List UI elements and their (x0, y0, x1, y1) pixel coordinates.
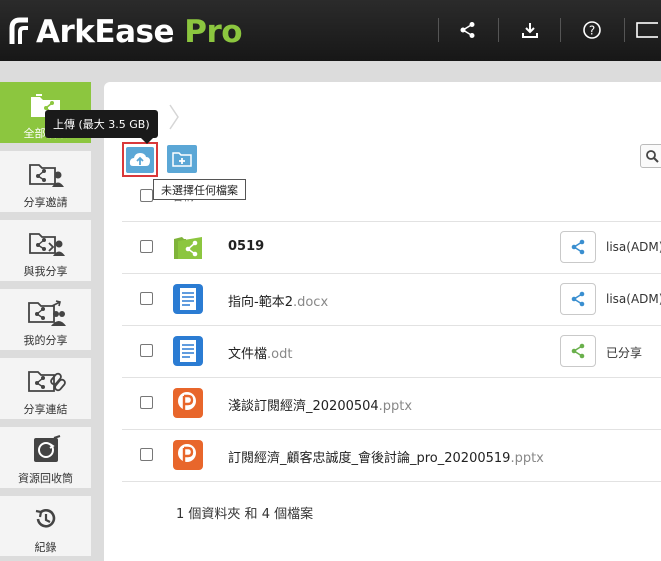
search-button[interactable] (640, 144, 661, 168)
top-bar: ArkEase Pro ? (0, 0, 661, 61)
row-share-button[interactable] (560, 335, 596, 367)
row-checkbox[interactable] (140, 292, 153, 305)
sidebar-item-label: 與我分享 (23, 265, 68, 278)
sidebar-item-history[interactable]: 紀錄 (0, 496, 91, 556)
row-share-button[interactable] (560, 283, 596, 315)
table-row[interactable]: 指向-範本2.docx lisa(ADM) (122, 274, 661, 326)
sidebar-item-share-link[interactable]: 分享連結 (0, 358, 91, 419)
share-owner: lisa(ADM) (606, 240, 661, 254)
row-share-button[interactable] (560, 231, 596, 263)
sidebar-item-label: 資源回收筒 (18, 472, 73, 485)
sidebar-item-label: 分享邀請 (23, 196, 68, 209)
logo-pro-text: Pro (184, 14, 243, 50)
new-folder-icon (172, 152, 192, 167)
pptx-file-icon (173, 440, 203, 470)
search-icon (646, 150, 659, 163)
recycle-bin-icon (30, 435, 62, 464)
share-link-icon (26, 367, 66, 395)
sidebar-item-label: 分享連結 (23, 403, 68, 416)
history-icon (33, 505, 59, 533)
help-icon[interactable]: ? (574, 12, 610, 48)
file-extension: .docx (292, 295, 329, 310)
upload-button[interactable] (122, 142, 158, 177)
table-row[interactable]: 0519 lisa(ADM) (122, 222, 661, 274)
share-icon (571, 291, 585, 307)
folder-count-label: 個資料夾 和 (184, 507, 262, 522)
file-name-base: 文件檔 (228, 347, 268, 362)
row-checkbox[interactable] (140, 240, 153, 253)
row-checkbox[interactable] (140, 448, 153, 461)
download-icon[interactable] (512, 12, 548, 48)
toolbar-divider (498, 18, 499, 42)
file-name-base: 0519 (228, 239, 265, 254)
toolbar-divider (560, 18, 561, 42)
sidebar-item-shared-with-me[interactable]: 與我分享 (0, 220, 91, 281)
sidebar-item-label: 我的分享 (23, 334, 68, 347)
share-icon (571, 239, 585, 255)
table-row[interactable]: 文件檔.odt 已分享 (122, 326, 661, 378)
shared-with-me-icon (27, 229, 65, 257)
logo-text: ArkEase (36, 14, 174, 50)
share-icon (571, 343, 585, 359)
breadcrumb-chevron-icon (169, 104, 179, 130)
upload-icon (126, 146, 154, 173)
file-name-base: 淺談訂閱經濟_20200504 (228, 399, 379, 414)
sidebar-item-label: 紀錄 (34, 541, 57, 554)
share-icon[interactable] (450, 12, 486, 48)
row-checkbox[interactable] (140, 344, 153, 357)
new-folder-button[interactable] (167, 145, 197, 173)
toolbar-divider (438, 18, 439, 42)
file-count-label: 個檔案 (269, 507, 314, 522)
sidebar-item-my-shares[interactable]: 我的分享 (0, 289, 91, 350)
file-extension: .pptx (510, 451, 544, 466)
item-count-summary: 1 個資料夾 和 4 個檔案 (176, 503, 313, 522)
file-extension: .odt (267, 347, 293, 362)
logo-mark-icon (9, 17, 28, 44)
file-name-base: 訂閱經濟_顧客忠誠度_會後討論_pro_20200519 (228, 451, 511, 466)
selection-tooltip: 未選擇任何檔案 (153, 179, 246, 200)
row-checkbox[interactable] (140, 396, 153, 409)
share-invite-icon (27, 160, 65, 188)
file-name[interactable]: 0519 (228, 239, 264, 254)
file-name[interactable]: 指向-範本2.docx (228, 291, 328, 310)
share-owner: lisa(ADM) (606, 292, 661, 306)
sidebar-item-share-invite[interactable]: 分享邀請 (0, 151, 91, 212)
file-name[interactable]: 文件檔.odt (228, 343, 292, 362)
odt-file-icon (173, 336, 203, 366)
upload-tooltip: 上傳 (最大 3.5 GB) (45, 110, 158, 144)
file-count: 4 (261, 507, 270, 522)
shared-folder-icon (174, 237, 202, 259)
file-name[interactable]: 訂閱經濟_顧客忠誠度_會後討論_pro_20200519.pptx (228, 447, 544, 466)
file-name-base: 指向-範本2 (228, 295, 293, 310)
file-name[interactable]: 淺談訂閱經濟_20200504.pptx (228, 395, 412, 414)
sidebar-item-recycle-bin[interactable]: 資源回收筒 (0, 427, 91, 488)
table-row[interactable]: 淺談訂閱經濟_20200504.pptx (122, 378, 661, 430)
app-logo: ArkEase Pro (6, 10, 243, 54)
window-icon[interactable] (636, 12, 661, 48)
select-all-checkbox[interactable] (140, 189, 153, 202)
docx-file-icon (173, 284, 203, 314)
my-shares-icon (26, 298, 66, 326)
table-row[interactable]: 訂閱經濟_顧客忠誠度_會後討論_pro_20200519.pptx (122, 430, 661, 482)
svg-text:?: ? (589, 24, 595, 38)
toolbar-divider (624, 18, 625, 42)
file-extension: .pptx (378, 399, 413, 414)
share-status: 已分享 (606, 346, 643, 360)
pptx-file-icon (173, 388, 203, 418)
